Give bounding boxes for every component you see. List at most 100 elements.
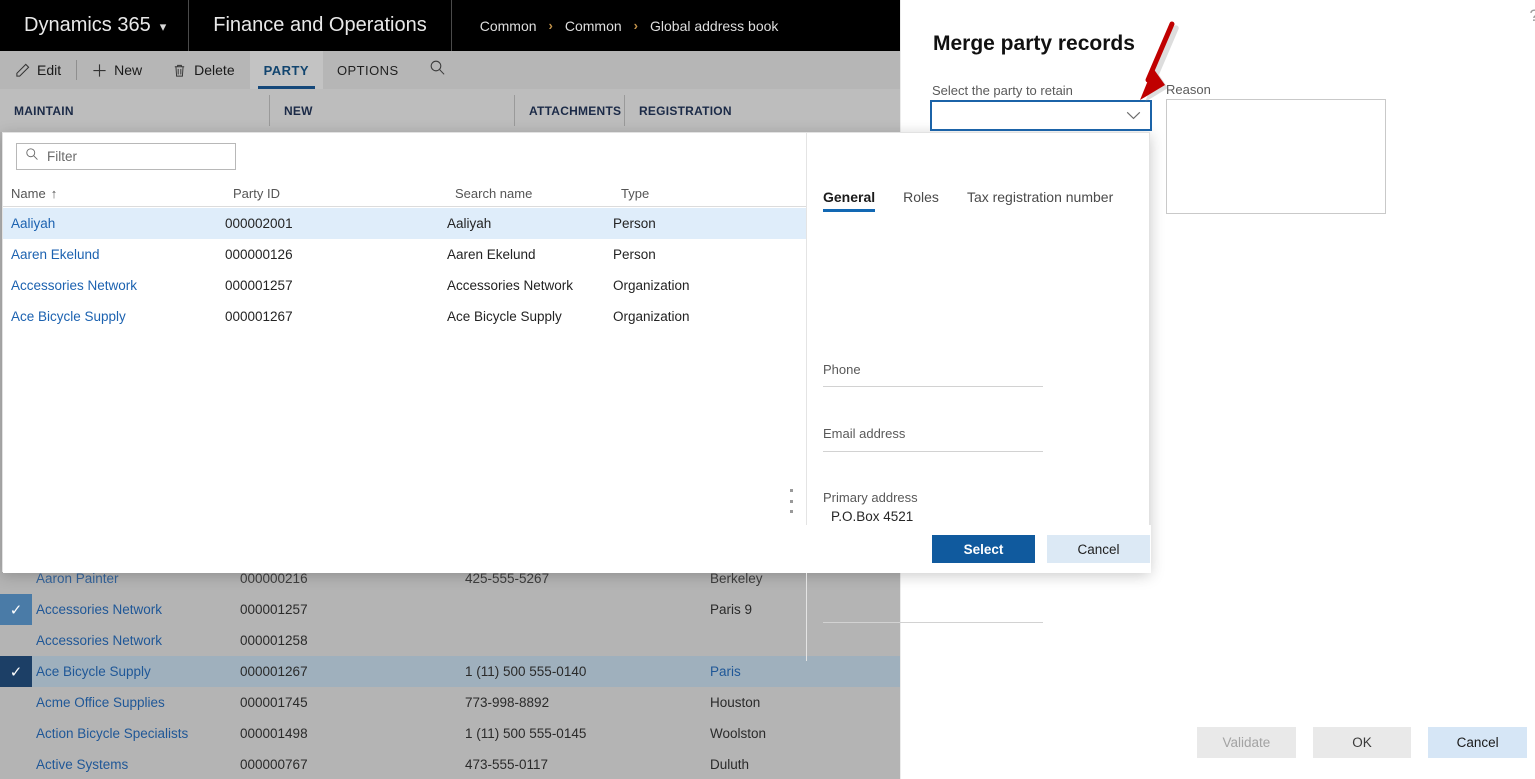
cancel-button[interactable]: Cancel (1428, 727, 1528, 758)
cell-phone: 473-555-0117 (465, 757, 549, 772)
cell-name: Accessories Network (36, 602, 163, 617)
party-retain-combobox[interactable] (930, 100, 1152, 131)
tab-roles[interactable]: Roles (889, 189, 953, 212)
sort-ascending-icon: ↑ (50, 186, 58, 201)
edit-label: Edit (37, 62, 62, 78)
cell-search-name: Ace Bicycle Supply (447, 309, 562, 324)
delete-label: Delete (194, 62, 235, 78)
group-registration: REGISTRATION (639, 103, 732, 118)
column-header-name-label: Name (11, 186, 46, 201)
ok-button[interactable]: OK (1312, 727, 1412, 758)
cell-search-name: Aaliyah (447, 216, 492, 231)
cell-name: Accessories Network (36, 633, 163, 648)
search-icon (25, 147, 39, 166)
row-checkbox[interactable] (0, 749, 32, 779)
list-item[interactable]: Ace Bicycle Supply 000001267 Ace Bicycle S… (3, 301, 806, 332)
row-checkbox[interactable] (0, 687, 32, 718)
cell-name: Accessories Network (11, 278, 138, 293)
command-bar: Edit New Delete PARTY OPTIONS (0, 51, 900, 89)
cell-phone: 425-555-5267 (465, 571, 550, 586)
plus-icon (92, 63, 107, 78)
breadcrumb-item-0[interactable]: Common (480, 18, 537, 34)
tab-tax-registration-number[interactable]: Tax registration number (953, 189, 1127, 212)
select-button[interactable]: Select (932, 535, 1035, 563)
cell-search-name: Aaren Ekelund (447, 247, 536, 262)
cell-party-id: 000001267 (240, 664, 308, 679)
tab-party[interactable]: PARTY (249, 51, 323, 89)
group-new: NEW (270, 89, 515, 132)
cell-type: Organization (613, 309, 690, 324)
lookup-detail-pane: General Roles Tax registration number (807, 133, 1151, 571)
cell-city: Paris (710, 664, 741, 679)
table-row[interactable]: ✓ Accessories Network 000001257 Paris 9 (0, 594, 900, 625)
column-header-search-name[interactable]: Search name (447, 186, 613, 201)
dynamics-brand-menu[interactable]: Dynamics 365 ▾ (0, 0, 188, 51)
delete-button[interactable]: Delete (157, 51, 249, 89)
phone-value[interactable] (823, 379, 1043, 401)
list-item[interactable]: Aaliyah 000002001 Aaliyah Person (3, 208, 806, 239)
trash-icon (172, 63, 187, 78)
lookup-cancel-button[interactable]: Cancel (1047, 535, 1150, 563)
group-attachments: ATTACHMENTS (515, 89, 625, 132)
module-title: Finance and Operations (213, 14, 427, 36)
reason-textarea[interactable] (1166, 99, 1386, 214)
breadcrumb-item-1[interactable]: Common (565, 18, 622, 34)
pencil-icon (15, 63, 30, 78)
cell-type: Person (613, 216, 656, 231)
row-checkbox-checked[interactable]: ✓ (0, 594, 32, 625)
list-item[interactable]: Accessories Network 000001257 Accessories … (3, 270, 806, 301)
table-row[interactable]: Accessories Network 000001258 (0, 625, 900, 656)
email-label: Email address (823, 426, 906, 441)
column-header-name[interactable]: Name ↑ (3, 186, 225, 201)
cell-party-id: 000002001 (225, 216, 293, 231)
new-button[interactable]: New (77, 51, 157, 89)
cell-name: Action Bicycle Specialists (36, 726, 189, 741)
email-value[interactable] (823, 443, 1043, 465)
lookup-column-headers: Name ↑ Party ID Search name Type (3, 181, 806, 207)
filter-input[interactable]: Filter (16, 143, 236, 170)
search-icon (429, 59, 446, 81)
chevron-down-icon: ▾ (159, 18, 167, 34)
new-label: New (114, 62, 143, 78)
address-underline (823, 622, 1043, 623)
chevron-right-icon: › (548, 18, 553, 33)
list-item[interactable]: Aaren Ekelund 000000126 Aaren Ekelund Perso… (3, 239, 806, 270)
row-checkbox[interactable] (0, 718, 32, 749)
filter-placeholder: Filter (47, 149, 77, 164)
action-pane-groups: MAINTAIN NEW ATTACHMENTS REGISTRATION (0, 89, 900, 132)
table-row[interactable]: Action Bicycle Specialists 000001498 1 (11… (0, 718, 900, 749)
validate-button[interactable]: Validate (1197, 727, 1296, 758)
table-row[interactable]: Acme Office Supplies 000001745 773-998-889… (0, 687, 900, 718)
row-checkbox[interactable] (0, 625, 32, 656)
splitter-handle[interactable] (787, 489, 796, 513)
cell-phone: 1 (11) 500 555-0145 (465, 726, 587, 741)
cell-type: Person (613, 247, 656, 262)
help-icon[interactable]: ? (1530, 6, 1535, 26)
group-maintain: MAINTAIN (0, 89, 270, 132)
cell-name: Active Systems (36, 757, 129, 772)
table-row[interactable]: Active Systems 000000767 473-555-0117 Dulut… (0, 749, 900, 779)
breadcrumb-item-2[interactable]: Global address book (650, 18, 778, 34)
tab-options[interactable]: OPTIONS (323, 51, 413, 89)
brand-label: Dynamics 365 (24, 14, 151, 36)
table-row[interactable]: ✓ Ace Bicycle Supply 000001267 1 (11) 500 5… (0, 656, 900, 687)
column-header-party-id[interactable]: Party ID (225, 186, 447, 201)
cell-party-id: 000001267 (225, 309, 293, 324)
cell-name: Aaren Ekelund (11, 247, 100, 262)
cell-party-id: 000001257 (240, 602, 308, 617)
edit-button[interactable]: Edit (0, 51, 76, 89)
chevron-down-icon[interactable] (1126, 107, 1141, 125)
column-header-type[interactable]: Type (613, 186, 806, 201)
filter-field-wrap: Filter (16, 143, 236, 170)
lookup-list-pane: Filter Name ↑ Party ID Search name Type … (3, 133, 807, 661)
search-button[interactable] (413, 51, 462, 89)
cell-party-id: 000000216 (240, 571, 308, 586)
row-checkbox-checked[interactable]: ✓ (0, 656, 32, 687)
address-line-1: P.O.Box 4521 (831, 509, 914, 524)
primary-address-label: Primary address (823, 490, 918, 505)
splitter-dot (790, 489, 793, 492)
cell-city: Woolston (710, 726, 767, 741)
tab-general[interactable]: General (823, 189, 889, 212)
dialog-action-buttons: Validate OK Cancel (1197, 727, 1528, 758)
party-lookup-dropdown: Filter Name ↑ Party ID Search name Type … (2, 132, 1151, 661)
